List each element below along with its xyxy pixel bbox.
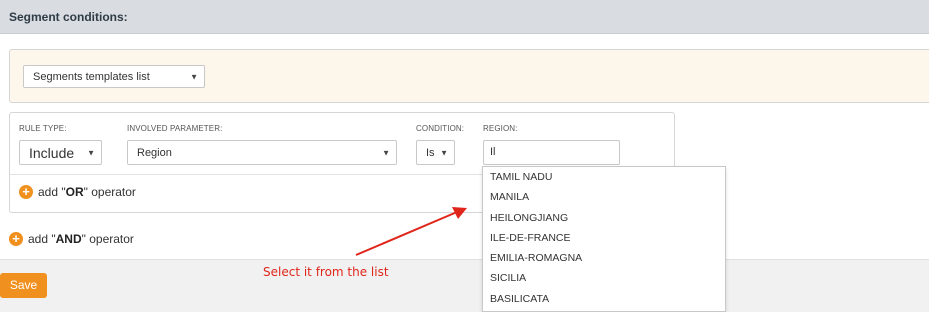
add-or-operator-button[interactable]: + add "OR" operator [19,185,136,199]
chevron-down-icon: ▼ [440,148,448,157]
add-and-operator-button[interactable]: + add "AND" operator [9,232,134,246]
dropdown-option[interactable]: MANILA [483,187,725,207]
rule-type-select[interactable]: Include ▼ [19,140,102,165]
involved-parameter-value: Region [137,146,172,159]
plus-icon: + [19,185,33,199]
involved-parameter-select[interactable]: Region ▼ [127,140,397,165]
templates-panel: Segments templates list ▼ [9,49,929,103]
involved-parameter-label: INVOLVED PARAMETER: [127,124,223,133]
segments-templates-select[interactable]: Segments templates list ▼ [23,65,205,88]
rule-type-value: Include [29,144,75,161]
dropdown-option[interactable]: SICILIA [483,268,725,288]
chevron-down-icon: ▼ [87,148,95,157]
add-and-label: add "AND" operator [28,232,134,246]
chevron-down-icon: ▼ [190,72,198,81]
dropdown-option[interactable]: TAMIL NADU [483,167,725,187]
dropdown-option[interactable]: ILE-DE-FRANCE [483,228,725,248]
add-or-label: add "OR" operator [38,185,136,199]
section-title: Segment conditions: [9,10,128,24]
chevron-down-icon: ▼ [382,148,390,157]
dropdown-option[interactable]: HEILONGJIANG [483,208,725,228]
region-dropdown-list: TAMIL NADU MANILA HEILONGJIANG ILE-DE-FR… [482,166,726,312]
condition-label: CONDITION: [416,124,465,133]
section-header: Segment conditions: [0,0,929,34]
region-input[interactable]: Il [483,140,620,165]
condition-value: Is [426,146,435,159]
annotation-text: Select it from the list [263,265,389,279]
dropdown-option[interactable]: EMILIA-ROMAGNA [483,248,725,268]
condition-select[interactable]: Is ▼ [416,140,455,165]
region-label: REGION: [483,124,518,133]
plus-icon: + [9,232,23,246]
save-button[interactable]: Save [0,273,47,298]
footer-bar [0,259,929,312]
rule-type-label: RULE TYPE: [19,124,67,133]
segments-templates-value: Segments templates list [33,70,150,83]
dropdown-option[interactable]: BASILICATA [483,289,725,309]
